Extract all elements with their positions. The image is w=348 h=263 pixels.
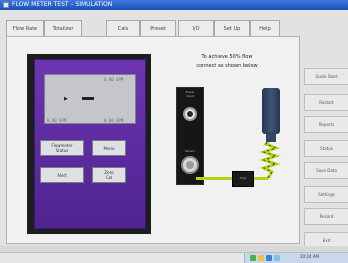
menu-button[interactable]: Menu <box>92 140 126 156</box>
button-label: Alert <box>57 172 67 178</box>
instruction-line-1: To achieve 50% flow <box>201 54 253 60</box>
tray-icon[interactable] <box>250 255 256 261</box>
tab-help[interactable]: Help <box>250 20 280 36</box>
flowmeter-status-button[interactable]: Flowmeter Status <box>40 140 84 156</box>
button-label-line2: Cal <box>105 175 113 180</box>
probe-neck <box>266 132 276 142</box>
button-label: Menu <box>103 145 115 151</box>
side-button-record[interactable]: Record <box>304 208 348 225</box>
tab-set-up[interactable]: Set Up <box>214 20 250 36</box>
side-button-quick-start[interactable]: Quick Start <box>304 68 348 85</box>
tab-preset[interactable]: Preset <box>140 20 176 36</box>
taskbar-clock: 10:24 AM <box>300 254 319 259</box>
module-top-label: Power Input <box>185 90 195 98</box>
title-bar: FLOW METER TEST – SIMULATION <box>0 0 348 10</box>
zero-cal-button[interactable]: Zero Cal <box>92 167 126 183</box>
side-button-status[interactable]: Status <box>304 140 348 157</box>
app-icon <box>3 2 9 8</box>
lcd-indicator-icon: ▶ <box>64 96 68 102</box>
side-button-restart[interactable]: Restart <box>304 94 348 111</box>
lcd-top-right: 0.00 GPM <box>104 77 124 82</box>
connection-instructions: To achieve 50% flow connect as shown bel… <box>172 53 282 71</box>
app-window: FLOW METER TEST – SIMULATION Flow Rate T… <box>0 0 348 263</box>
tray-icon[interactable] <box>274 255 280 261</box>
lcd-bottom-left: 0.00 GPM <box>47 118 67 123</box>
alert-button[interactable]: Alert <box>40 167 84 183</box>
window-title: FLOW METER TEST – SIMULATION <box>12 1 113 8</box>
port-inner <box>187 111 193 117</box>
amplifier-label: Amp <box>239 176 247 180</box>
module-bottom-label: Sensor <box>184 149 196 153</box>
coiled-cable[interactable] <box>258 138 284 182</box>
cable-segment <box>196 177 232 180</box>
tray-icon[interactable] <box>258 255 264 261</box>
sensor-port-inner <box>186 161 194 169</box>
lcd-bottom-right: 0.00 GPM <box>104 118 124 123</box>
side-button-reports[interactable]: Reports <box>304 116 348 133</box>
tab-strip: Flow Rate Totalizer Cals Preset I/O Set … <box>6 20 342 36</box>
tab-cals[interactable]: Cals <box>106 20 140 36</box>
lcd-bar <box>82 97 94 100</box>
side-button-settings[interactable]: Settings <box>304 186 348 203</box>
tab-io[interactable]: I/O <box>178 20 214 36</box>
tab-flow-rate[interactable]: Flow Rate <box>6 20 44 36</box>
instruction-line-2: connect as shown below <box>196 63 258 69</box>
probe-icon[interactable] <box>262 88 280 134</box>
side-button-save-data[interactable]: Save Data <box>304 162 348 179</box>
tray-icon[interactable] <box>266 255 272 261</box>
tab-totalizer[interactable]: Totalizer <box>44 20 82 36</box>
button-label-line2: Status <box>55 148 69 153</box>
